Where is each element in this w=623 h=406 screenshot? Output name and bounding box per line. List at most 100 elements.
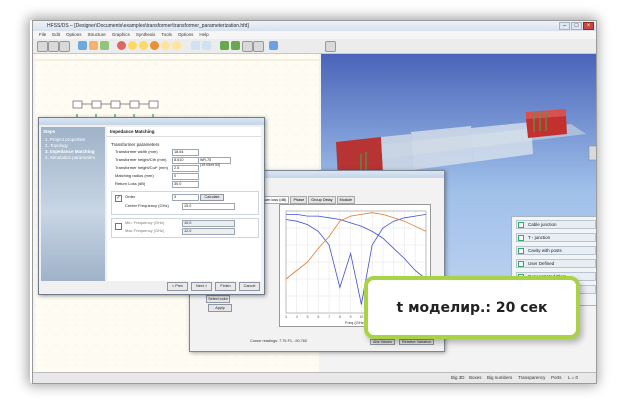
- window-icon[interactable]: [253, 41, 264, 52]
- transformer-height-cut-field[interactable]: 2.5: [172, 165, 199, 172]
- menu-synthesis[interactable]: Synthesis: [136, 31, 156, 39]
- frequency-checkbox[interactable]: [115, 223, 122, 230]
- toolbar: [33, 39, 596, 54]
- order-checkbox[interactable]: ✓: [115, 195, 122, 202]
- view-3d-icon[interactable]: [269, 41, 278, 50]
- menu-structure[interactable]: Structure: [88, 31, 106, 39]
- order-label: Order: [125, 194, 136, 199]
- x-tick-label: 9: [350, 315, 352, 319]
- simulate-icon[interactable]: [139, 41, 148, 50]
- wizard-buttons: < Prev Next > Finish Cancel: [167, 282, 260, 291]
- element-user-defined[interactable]: User Defined: [516, 259, 596, 268]
- cavity-icon: [518, 248, 524, 254]
- wizard-steps: Steps 1. Project properties 2. Topology …: [41, 127, 105, 281]
- simulation-time-text: t моделир.: 20 сек: [396, 299, 548, 316]
- tune-icon[interactable]: [161, 41, 170, 50]
- status-big-numbers[interactable]: Big numbers: [487, 373, 512, 383]
- status-l-value: L = 0: [568, 375, 578, 380]
- window-title: HFSS/DS – [Designer\Documents\examples\t…: [47, 23, 249, 29]
- element-t-junction[interactable]: T - junction: [516, 233, 596, 242]
- menu-help[interactable]: Help: [199, 31, 208, 39]
- status-big-3d[interactable]: Big 3D: [451, 373, 465, 383]
- center-frequency-field[interactable]: 15.0: [182, 203, 235, 210]
- status-ports[interactable]: Ports: [551, 373, 562, 383]
- status-transparency[interactable]: Transparency: [518, 373, 545, 383]
- plot-status-buttons: Abs Values Relative Variation: [370, 339, 435, 345]
- element-cavity-with-posts[interactable]: Cavity with posts: [516, 246, 596, 255]
- transformer-width-field[interactable]: 18.64: [172, 149, 199, 156]
- wizard-page: Impedance Matching Transformer parameter…: [107, 127, 261, 281]
- plot-tabs: Return loss (dB) Phase Group Delay Modul…: [256, 196, 355, 204]
- menu-edit[interactable]: Edit: [52, 31, 60, 39]
- optimize-icon[interactable]: [150, 41, 159, 50]
- cursor-readings: Cursor readings: 7.75 F1, -90.760: [250, 339, 307, 343]
- calculate-button[interactable]: Calculate: [200, 194, 224, 201]
- x-tick-label: 6: [317, 315, 319, 319]
- x-tick-label: 3: [285, 315, 287, 319]
- sweep-icon[interactable]: [172, 41, 181, 50]
- step-simulation-parameters[interactable]: 4. Simulation parameters: [41, 155, 105, 161]
- order-field[interactable]: 3: [172, 194, 199, 201]
- close-button[interactable]: ×: [583, 22, 594, 30]
- return-loss-field[interactable]: 30.0: [172, 181, 199, 188]
- port-icon[interactable]: [220, 41, 229, 50]
- tab-module[interactable]: Module: [336, 196, 355, 204]
- minimize-button[interactable]: –: [559, 22, 570, 30]
- x-tick-label: 10: [359, 315, 363, 319]
- matching-radius-field[interactable]: 0: [172, 173, 199, 180]
- x-tick-label: 8: [339, 315, 341, 319]
- finish-button[interactable]: Finish: [215, 282, 236, 291]
- maximize-button[interactable]: □: [571, 22, 582, 30]
- save-icon[interactable]: [59, 41, 70, 52]
- run-icon[interactable]: [128, 41, 137, 50]
- x-tick-label: 7: [328, 315, 330, 319]
- field-label: Matching radius (mm): [115, 173, 154, 178]
- x-axis-label: Freq (GHz): [345, 320, 366, 325]
- menu-options[interactable]: Options: [66, 31, 82, 39]
- open-icon[interactable]: [48, 41, 59, 52]
- menu-tools[interactable]: Tools: [161, 31, 172, 39]
- field-label: Transformer height/Cut* (mm): [115, 165, 168, 170]
- cut-icon[interactable]: [78, 41, 87, 50]
- prev-button[interactable]: < Prev: [167, 282, 188, 291]
- user-defined-icon: [518, 261, 524, 267]
- section-transformer-parameters: Transformer parameters: [111, 142, 160, 147]
- simulation-time-callout: t моделир.: 20 сек: [364, 276, 580, 339]
- abs-values-button[interactable]: Abs Values: [370, 339, 395, 345]
- tab-group-delay[interactable]: Group Delay: [308, 196, 336, 204]
- select-color-button[interactable]: Select color: [206, 295, 230, 303]
- next-button[interactable]: Next >: [191, 282, 212, 291]
- title-bar: HFSS/DS – [Designer\Documents\examples\t…: [33, 21, 596, 31]
- min-frequency-field[interactable]: 10.0: [182, 220, 235, 227]
- menu-options-2[interactable]: Options: [178, 31, 194, 39]
- rotate-icon[interactable]: [325, 41, 336, 52]
- zoom-icon[interactable]: [191, 41, 200, 50]
- element-cable-junction[interactable]: Cable junction: [516, 220, 596, 229]
- waveguide-icon[interactable]: [231, 41, 240, 50]
- x-tick-label: 4: [296, 315, 298, 319]
- stop-icon[interactable]: [117, 41, 126, 50]
- status-bar: Big 3D Boxes Big numbers Transparency Po…: [33, 372, 596, 383]
- cable-junction-icon: [518, 222, 524, 228]
- center-frequency-label: Center Frequency (GHz): [125, 203, 169, 208]
- menu-file[interactable]: File: [39, 31, 46, 39]
- max-frequency-label: Max Frequency (GHz): [125, 228, 165, 233]
- new-icon[interactable]: [37, 41, 48, 52]
- paste-icon[interactable]: [100, 41, 109, 50]
- max-frequency-field[interactable]: 12.0: [182, 228, 235, 235]
- grid-icon[interactable]: [202, 41, 211, 50]
- min-frequency-label: Min. Frequency (GHz): [125, 220, 165, 225]
- field-label: Transformer height/Cth (mm): [115, 157, 167, 162]
- cancel-button[interactable]: Cancel: [239, 282, 260, 291]
- cavity-icon[interactable]: [242, 41, 253, 52]
- relative-variation-button[interactable]: Relative Variation: [398, 339, 435, 345]
- copy-icon[interactable]: [89, 41, 98, 50]
- transformer-height-cth-field[interactable]: 8.610: [172, 157, 199, 164]
- tab-phase[interactable]: Phase: [290, 196, 308, 204]
- field-label: Return Loss (dB): [115, 181, 146, 186]
- apply-button[interactable]: Apply: [208, 304, 232, 312]
- status-boxes[interactable]: Boxes: [469, 373, 482, 383]
- wizard-dialog: Steps 1. Project properties 2. Topology …: [38, 117, 265, 295]
- waveguide-dropdown[interactable]: WR-75 (19.05x9.53): [198, 157, 231, 167]
- menu-graphics[interactable]: Graphics: [112, 31, 130, 39]
